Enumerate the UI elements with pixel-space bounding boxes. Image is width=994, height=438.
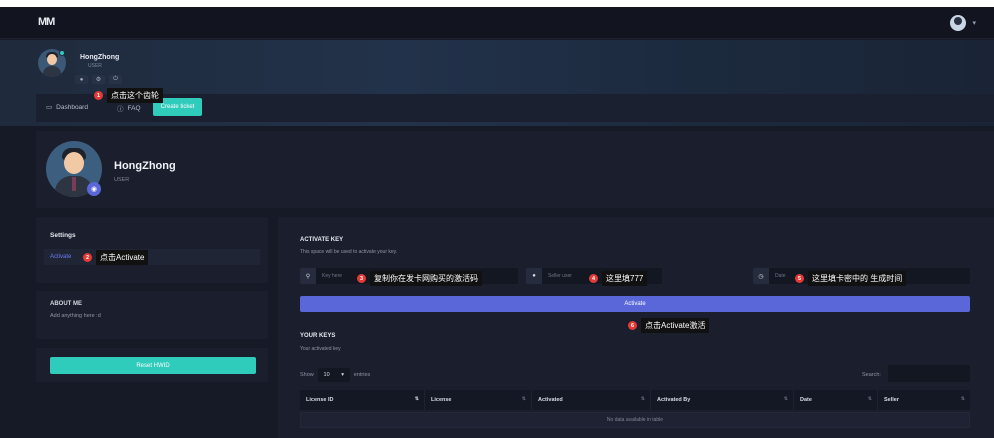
activate-key-subtitle: This space will be used to activate your… [300, 249, 398, 255]
reset-hwid-button[interactable]: Reset HWID [50, 357, 256, 374]
annotation-3: 3 复制你在发卡网购买的激活码 [357, 271, 482, 286]
keys-table-header: License ID ⇅ License ⇅ Activated ⇅ Activate… [300, 390, 970, 410]
sort-icon: ⇅ [640, 396, 645, 402]
table-empty-row: No data available in table [300, 412, 970, 428]
settings-title: Settings [50, 232, 76, 239]
about-title: ABOUT ME [50, 301, 82, 307]
entries-value: 10 [323, 372, 330, 378]
activate-key-title: ACTIVATE KEY [300, 237, 344, 243]
navbar: MM ▾ [0, 7, 994, 39]
about-text: Add anything here :d [50, 313, 101, 319]
nav-tabs: ▭ Dashboard ⓘ FAQ Create ticket [36, 94, 994, 122]
sort-icon: ⇅ [414, 396, 419, 402]
chevron-down-icon[interactable]: ▾ [972, 19, 976, 27]
camera-icon[interactable]: ◉ [87, 182, 101, 196]
key-placeholder: Key here [322, 273, 343, 279]
profile-actions: ● ⚙ ⏻ [75, 75, 122, 84]
banner-username: HongZhong [80, 54, 120, 61]
sort-icon: ⇅ [521, 396, 526, 402]
search-input[interactable] [888, 365, 970, 382]
entries-select[interactable]: 10 ▾ [317, 368, 350, 382]
sort-icon: ⇅ [960, 396, 965, 402]
user-icon: ● [526, 268, 542, 284]
column-header-activated-by[interactable]: Activated By ⇅ [651, 390, 794, 410]
key-icon: ⚲ [300, 268, 316, 284]
annotation-4: 4 这里填777 [589, 271, 648, 286]
entries-control: Show 10 ▾ entries [300, 368, 370, 382]
top-strip [0, 0, 994, 7]
settings-panel: Settings Activate [36, 217, 268, 283]
help-icon: ⓘ [117, 106, 124, 113]
chevron-down-icon: ▾ [341, 372, 344, 378]
profile-role: USER [114, 177, 130, 183]
user-icon[interactable]: ● [75, 75, 88, 84]
date-placeholder: Date [775, 273, 786, 279]
sidebar-item-activate[interactable]: Activate [44, 249, 260, 265]
profile-name: HongZhong [114, 160, 176, 172]
show-label: Show [300, 372, 314, 378]
activate-link[interactable]: Activate [50, 254, 71, 260]
nav-avatar[interactable] [950, 15, 966, 31]
profile-card [36, 131, 994, 208]
entries-label: entries [353, 372, 371, 378]
column-header-license-id[interactable]: License ID ⇅ [300, 390, 425, 410]
app-logo[interactable]: MM [38, 16, 55, 28]
activate-button[interactable]: Activate [300, 296, 970, 312]
column-header-activated[interactable]: Activated ⇅ [532, 390, 651, 410]
search-label: Search: [862, 372, 881, 378]
clock-icon: ◷ [753, 268, 769, 284]
gear-icon[interactable]: ⚙ [92, 75, 105, 84]
monitor-icon: ▭ [46, 104, 53, 111]
annotation-1: 1 点击这个齿轮 [94, 88, 163, 103]
reset-panel: Reset HWID [36, 348, 268, 382]
your-keys-subtitle: Your activated key [300, 346, 341, 352]
your-keys-title: YOUR KEYS [300, 333, 336, 339]
annotation-5: 5 这里填卡密中的 生成时间 [795, 271, 907, 286]
tab-faq-label: FAQ [127, 104, 141, 112]
about-panel: ABOUT ME Add anything here :d [36, 291, 268, 339]
banner-role: USER [88, 63, 102, 69]
column-header-date[interactable]: Date ⇅ [794, 390, 878, 410]
sort-icon: ⇅ [867, 396, 872, 402]
annotation-6: 6 点击Activate激活 [628, 318, 710, 333]
tab-faq[interactable]: ⓘ FAQ [117, 103, 141, 114]
column-header-license[interactable]: License ⇅ [425, 390, 532, 410]
online-status-dot [59, 50, 65, 56]
annotation-2: 2 点击Activate [83, 250, 149, 265]
sort-icon: ⇅ [783, 396, 788, 402]
tab-dashboard-label: Dashboard [56, 103, 88, 111]
power-icon[interactable]: ⏻ [109, 75, 122, 84]
column-header-seller[interactable]: Seller ⇅ [878, 390, 970, 410]
seller-placeholder: Seller user [548, 273, 572, 279]
tab-dashboard[interactable]: ▭ Dashboard [46, 103, 88, 112]
